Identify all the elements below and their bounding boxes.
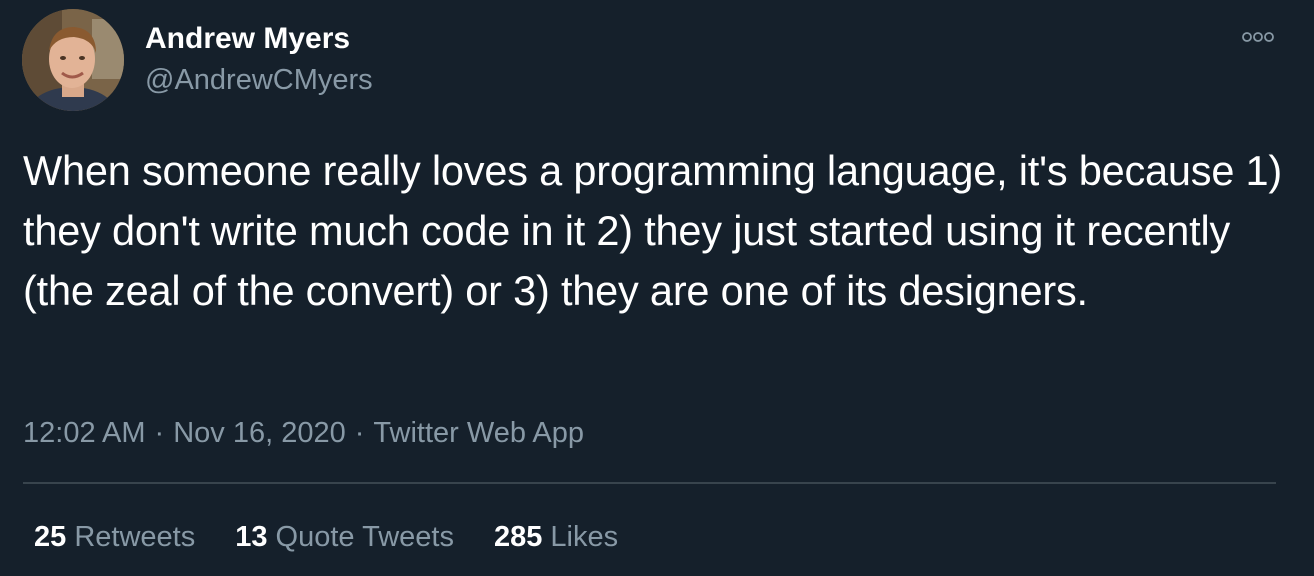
more-options-icon	[1242, 32, 1274, 42]
author-handle[interactable]: @AndrewCMyers	[145, 61, 373, 99]
tweet-date[interactable]: Nov 16, 2020	[173, 417, 346, 449]
tweet-source[interactable]: Twitter Web App	[373, 417, 584, 449]
quote-tweets-count: 13	[235, 521, 268, 553]
avatar[interactable]	[22, 9, 124, 111]
author-display-name[interactable]: Andrew Myers	[145, 20, 350, 58]
tweet-metadata: 12:02 AM · Nov 16, 2020 · Twitter Web App	[23, 414, 584, 452]
retweets-count: 25	[34, 521, 67, 553]
tweet-stats: 25 Retweets 13 Quote Tweets 285 Likes	[34, 517, 658, 557]
quote-tweets-stat[interactable]: 13 Quote Tweets	[235, 517, 454, 557]
retweets-stat[interactable]: 25 Retweets	[34, 517, 195, 557]
divider	[23, 482, 1276, 484]
tweet-text: When someone really loves a programming …	[23, 147, 1283, 314]
likes-label: Likes	[550, 521, 619, 553]
retweets-label: Retweets	[74, 521, 196, 553]
separator-dot: ·	[154, 417, 165, 449]
likes-stat[interactable]: 285 Likes	[494, 517, 618, 557]
quote-tweets-label: Quote Tweets	[275, 521, 454, 553]
more-options-button[interactable]	[1236, 26, 1280, 48]
tweet-time[interactable]: 12:02 AM	[23, 417, 146, 449]
separator-dot: ·	[354, 417, 365, 449]
avatar-image	[22, 9, 124, 111]
likes-count: 285	[493, 521, 543, 553]
